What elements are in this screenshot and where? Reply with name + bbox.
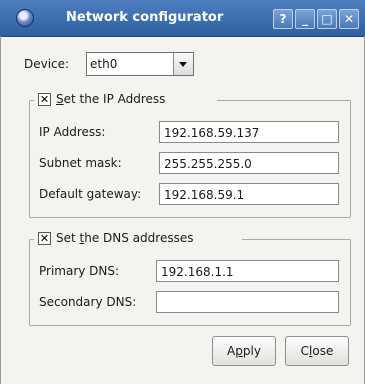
primary-dns-label: Primary DNS: bbox=[39, 264, 120, 278]
device-select-value: eth0 bbox=[90, 57, 118, 71]
set-ip-checkbox[interactable]: ✕ bbox=[38, 93, 51, 106]
set-dns-label: Set the DNS addresses bbox=[56, 231, 194, 245]
apply-button[interactable]: Apply bbox=[212, 336, 276, 366]
device-select[interactable]: eth0 bbox=[86, 52, 194, 76]
close-window-button[interactable]: ✕ bbox=[339, 9, 359, 29]
secondary-dns-label: Secondary DNS: bbox=[39, 295, 137, 309]
device-dropdown-button[interactable] bbox=[173, 53, 193, 75]
subnet-mask-label: Subnet mask: bbox=[39, 156, 122, 170]
device-label: Device: bbox=[24, 57, 70, 71]
default-gateway-label: Default gateway: bbox=[39, 187, 142, 201]
primary-dns-field[interactable]: 192.168.1.1 bbox=[156, 260, 339, 282]
secondary-dns-field[interactable] bbox=[156, 291, 339, 313]
set-ip-label: Set the IP Address bbox=[56, 92, 166, 106]
ip-address-field[interactable]: 192.168.59.137 bbox=[159, 121, 339, 143]
set-dns-checkbox[interactable]: ✕ bbox=[38, 232, 51, 245]
dns-group-legend[interactable]: ✕ Set the DNS addresses bbox=[34, 231, 242, 247]
default-gateway-field[interactable]: 192.168.59.1 bbox=[159, 183, 339, 205]
title-bar[interactable]: Network configurator ? _ □ ✕ bbox=[0, 0, 365, 37]
app-icon bbox=[16, 9, 34, 27]
chevron-down-icon bbox=[179, 62, 187, 67]
maximize-button[interactable]: □ bbox=[317, 9, 337, 29]
subnet-mask-field[interactable]: 255.255.255.0 bbox=[159, 152, 339, 174]
minimize-button[interactable]: _ bbox=[295, 9, 315, 29]
help-button[interactable]: ? bbox=[273, 9, 293, 29]
window-border-left bbox=[0, 36, 1, 384]
window-title: Network configurator bbox=[66, 10, 224, 25]
ip-address-label: IP Address: bbox=[39, 125, 106, 139]
ip-group-legend[interactable]: ✕ Set the IP Address bbox=[34, 92, 217, 108]
close-button[interactable]: Close bbox=[285, 336, 349, 366]
